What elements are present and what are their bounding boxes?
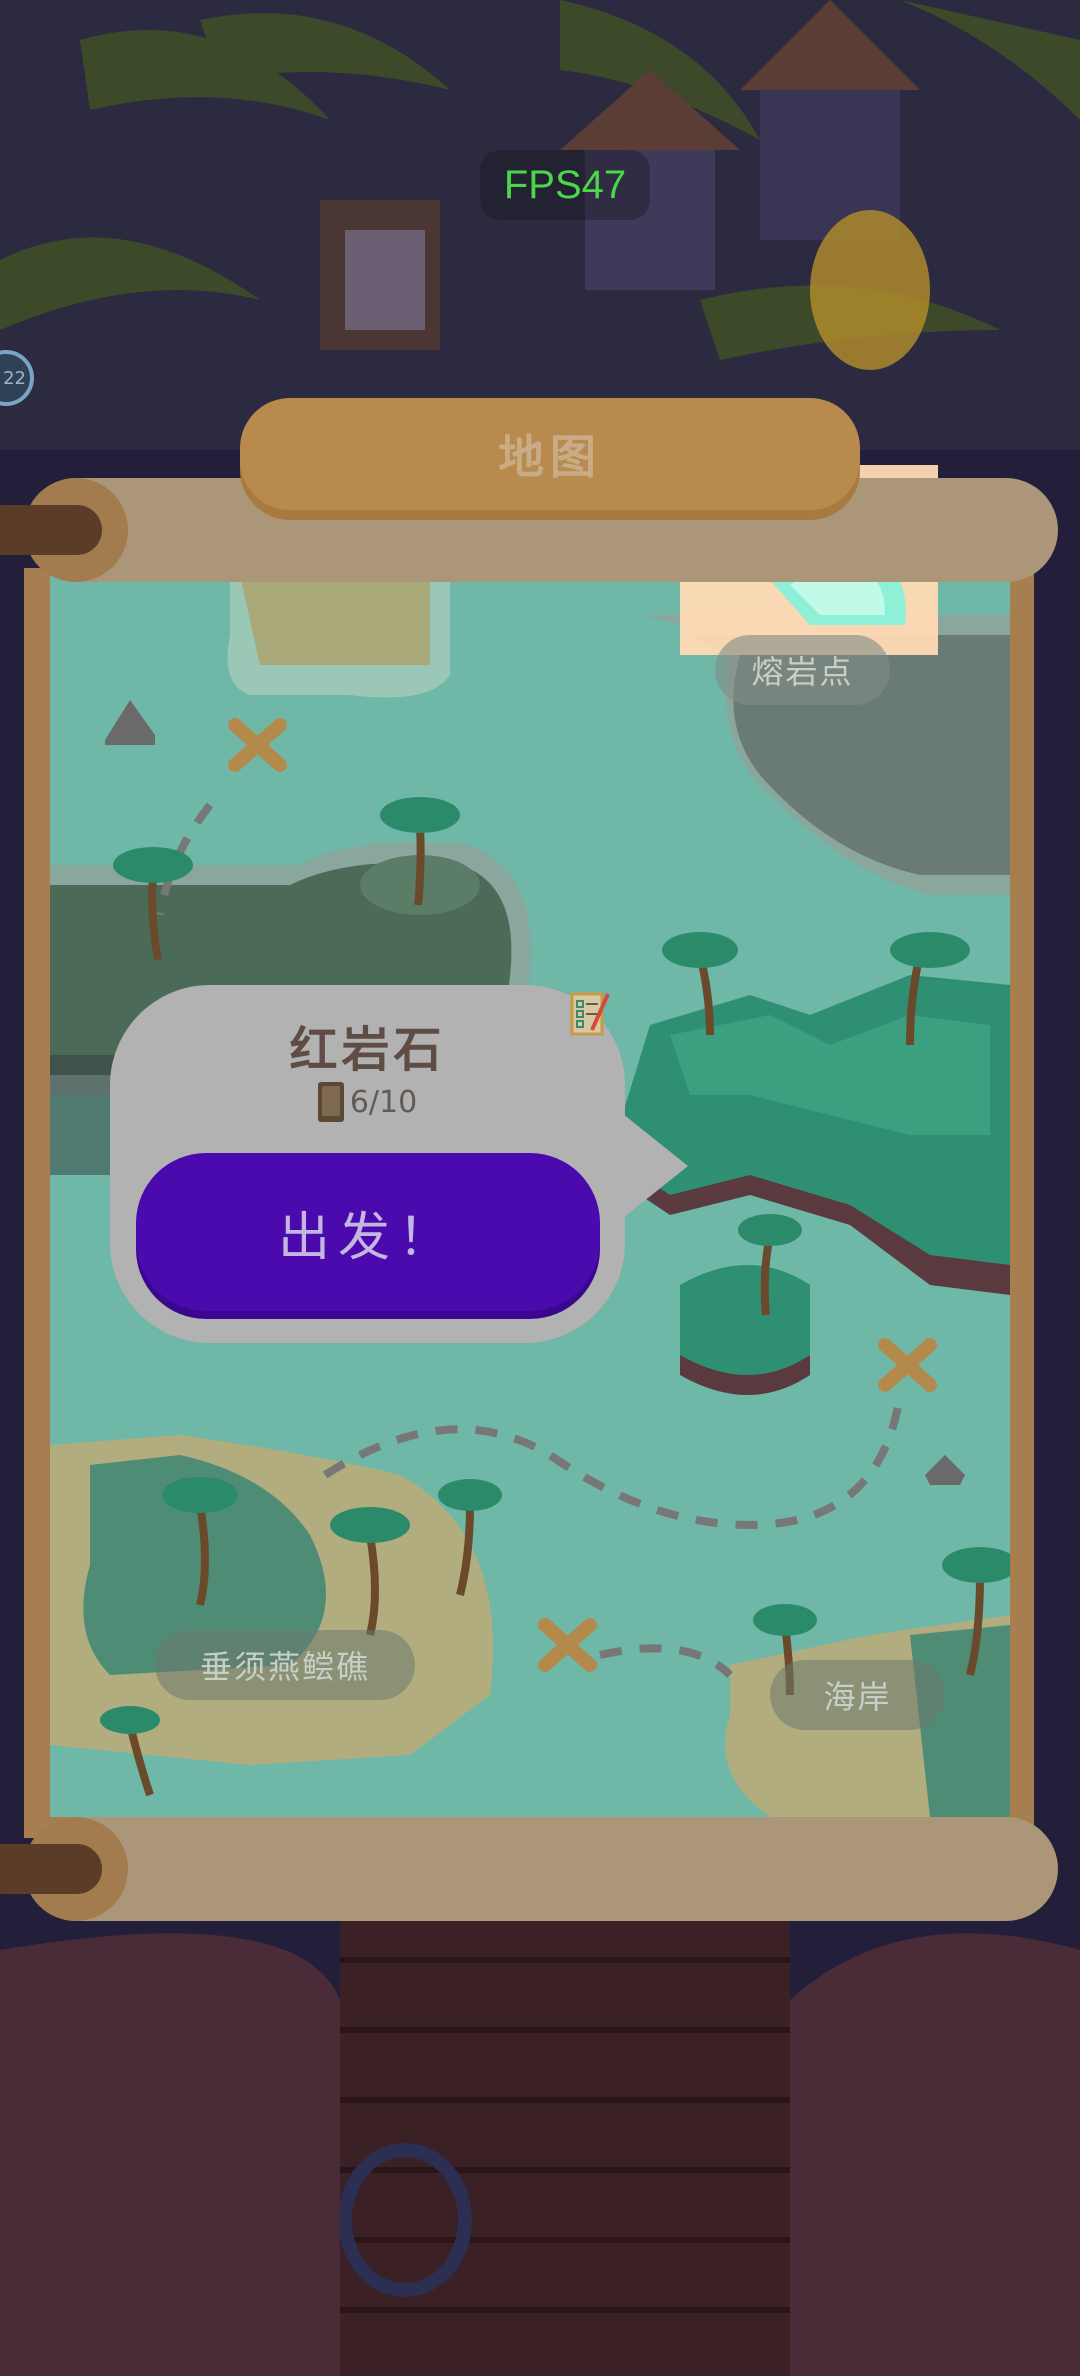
go-button-label: 出发！ <box>277 1207 458 1268</box>
popup-pointer <box>618 1110 688 1222</box>
location-label-coast[interactable]: 海岸 <box>770 1660 945 1730</box>
progress-count: 6/10 <box>349 1084 418 1120</box>
scroll-top-knob <box>0 505 102 555</box>
map-title: 地图 <box>498 430 602 484</box>
scroll-bottom-knob <box>0 1844 102 1894</box>
location-label-lava-point[interactable]: 熔岩点 <box>715 635 890 705</box>
book-icon <box>317 1082 344 1122</box>
location-name: 红岩石 <box>289 1022 446 1078</box>
location-label-beard-rock[interactable]: 垂须燕鲿礁 <box>155 1630 415 1700</box>
map-title-plate: 地图 <box>240 398 860 510</box>
collection-progress: 6/10 <box>110 1080 625 1124</box>
scroll-bottom-roll <box>24 1817 1058 1921</box>
fps-counter: FPS47 <box>480 150 650 220</box>
go-button[interactable]: 出发！ <box>136 1153 600 1311</box>
